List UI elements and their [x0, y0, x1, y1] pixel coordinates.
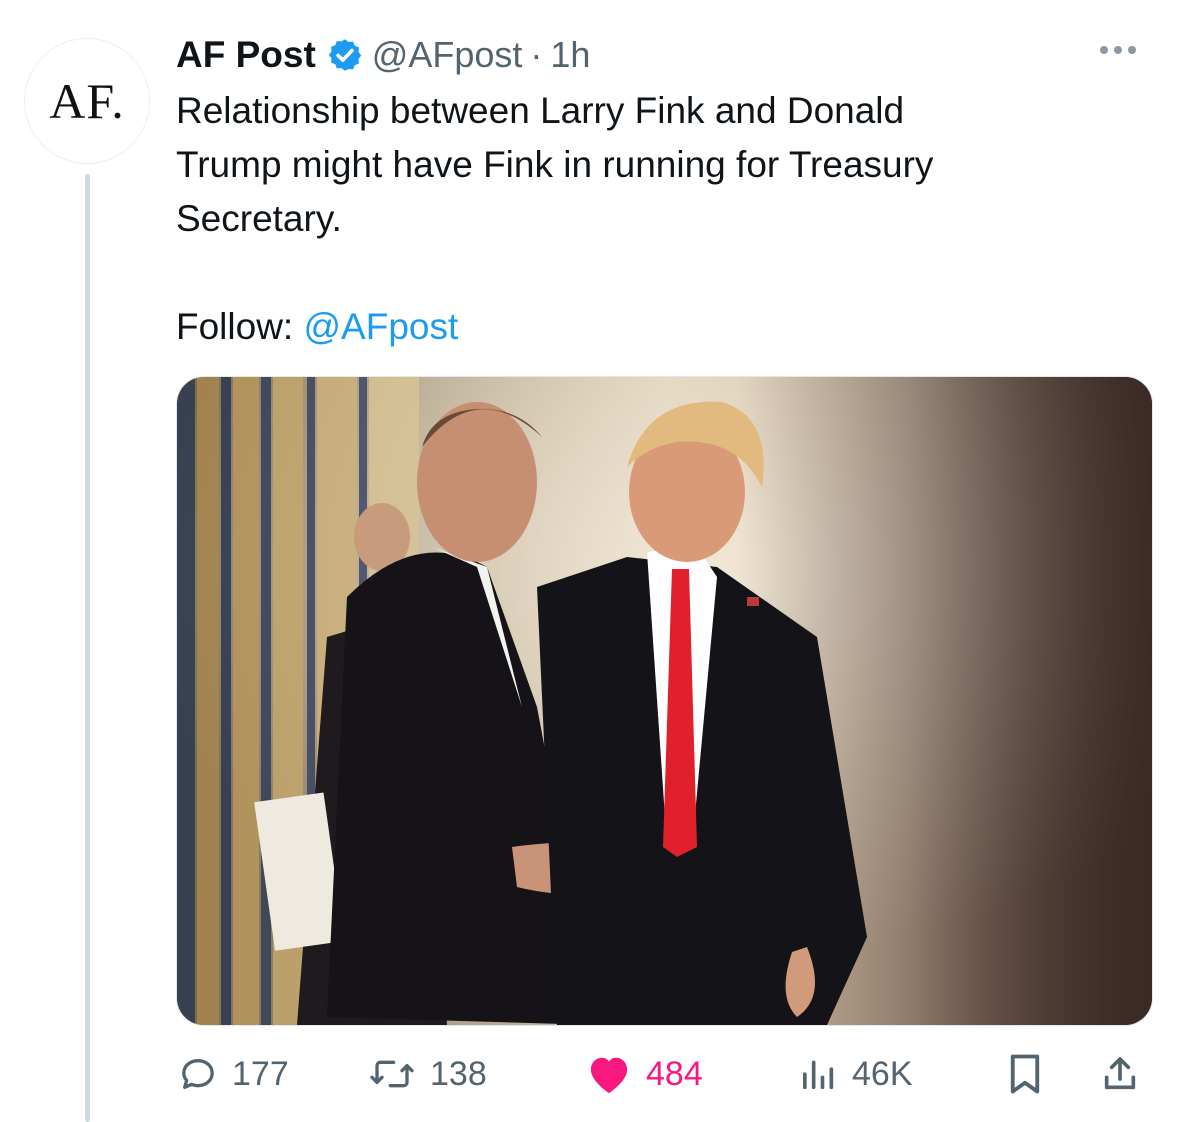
heart-icon: [590, 1057, 628, 1094]
tweet-actions: 177 138 484 46K: [176, 1044, 1151, 1104]
bookmark-icon: [1010, 1054, 1040, 1094]
avatar-logo-text: AF.: [49, 73, 125, 129]
follow-label: Follow:: [176, 306, 304, 347]
repost-button[interactable]: 138: [368, 1044, 487, 1104]
timestamp[interactable]: 1h: [550, 34, 590, 76]
tweet-header: AF Post @AFpost · 1h: [176, 30, 590, 80]
tweet-photo[interactable]: [176, 376, 1153, 1026]
repost-count: 138: [430, 1054, 487, 1093]
thread-line: [85, 174, 90, 1122]
reply-button[interactable]: 177: [178, 1044, 289, 1104]
verified-badge-icon: [328, 39, 361, 71]
like-count: 484: [646, 1054, 703, 1093]
repost-icon: [370, 1060, 414, 1088]
follow-handle-link[interactable]: @AFpost: [303, 306, 458, 347]
views-count: 46K: [852, 1054, 913, 1093]
share-button[interactable]: [1100, 1044, 1140, 1104]
separator-dot: ·: [530, 34, 543, 75]
avatar[interactable]: AF.: [24, 38, 150, 164]
share-icon: [1104, 1057, 1136, 1090]
author-handle[interactable]: @AFpost: [372, 34, 523, 76]
tweet-text: Relationship between Larry Fink and Dona…: [176, 90, 934, 239]
views-button[interactable]: 46K: [798, 1044, 913, 1104]
reply-count: 177: [232, 1054, 289, 1093]
views-icon: [803, 1060, 834, 1089]
reply-icon: [182, 1059, 214, 1089]
author-name[interactable]: AF Post: [176, 34, 316, 76]
bookmark-button[interactable]: [1006, 1044, 1044, 1104]
like-button[interactable]: 484: [586, 1044, 703, 1104]
more-options-icon[interactable]: [1100, 46, 1136, 54]
photo-illustration: [177, 377, 1152, 1025]
follow-line: Follow: @AFpost: [176, 300, 458, 354]
